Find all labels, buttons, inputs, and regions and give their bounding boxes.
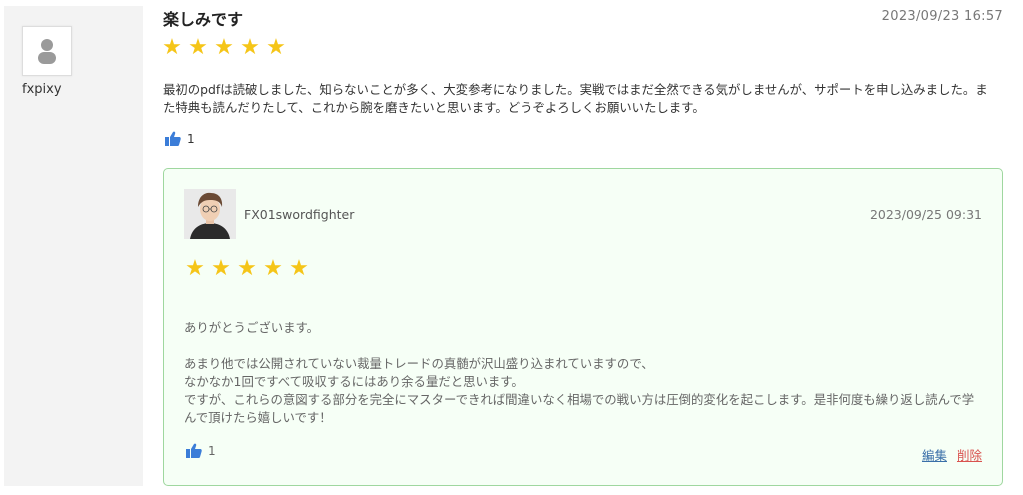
reply-line: あまり他では公開されていない裁量トレードの真髄が沢山盛り込まれていますので、 — [184, 356, 654, 371]
star-icon: ★ — [266, 35, 286, 60]
reply-author-name: FX01swordfighter — [244, 207, 355, 222]
reviewer-username: fxpixy — [22, 82, 62, 97]
star-icon: ★ — [240, 35, 260, 60]
delete-link[interactable]: 削除 — [957, 448, 982, 463]
review-body: 最初のpdfは読破しました、知らないことが多く、大変参考になりました。実戦ではま… — [163, 82, 988, 115]
star-icon: ★ — [211, 256, 231, 281]
like-count: 1 — [208, 444, 216, 458]
star-icon: ★ — [289, 256, 309, 281]
review-date: 2023/09/23 16:57 — [881, 9, 1003, 24]
reply-like-button[interactable]: 1 — [186, 443, 216, 459]
reply-line: ありがとうございます。 — [184, 320, 320, 335]
reply-card: FX01swordfighter 2023/09/25 09:31 ★ ★ ★ … — [163, 168, 1003, 486]
thumbs-up-icon — [186, 443, 202, 458]
star-icon: ★ — [214, 35, 234, 60]
reply-rating: ★ ★ ★ ★ ★ — [184, 258, 310, 280]
thumbs-up-icon — [165, 131, 181, 146]
review-title: 楽しみです — [163, 10, 244, 29]
review-rating: ★ ★ ★ ★ ★ — [161, 37, 287, 59]
reply-date: 2023/09/25 09:31 — [869, 207, 982, 222]
user-silhouette-icon — [38, 39, 56, 64]
default-avatar — [22, 26, 72, 76]
star-icon: ★ — [237, 256, 257, 281]
reply-body: ありがとうございます。 あまり他では公開されていない裁量トレードの真髄が沢山盛り… — [184, 319, 984, 427]
star-icon: ★ — [185, 256, 205, 281]
like-count: 1 — [187, 132, 195, 146]
review-like-button[interactable]: 1 — [165, 131, 195, 147]
edit-link[interactable]: 編集 — [922, 448, 947, 463]
reply-line: ですが、これらの意図する部分を完全にマスターできれば間違いなく相場での戦い方は圧… — [184, 392, 975, 425]
star-icon: ★ — [263, 256, 283, 281]
reply-author-avatar — [184, 189, 236, 239]
star-icon: ★ — [162, 35, 182, 60]
reply-actions: 編集 削除 — [922, 445, 982, 464]
reply-line: なかなか1回ですべて吸収するにはあり余る量だと思います。 — [184, 374, 524, 389]
reviewer-sidebar: fxpixy — [4, 6, 143, 486]
star-icon: ★ — [188, 35, 208, 60]
